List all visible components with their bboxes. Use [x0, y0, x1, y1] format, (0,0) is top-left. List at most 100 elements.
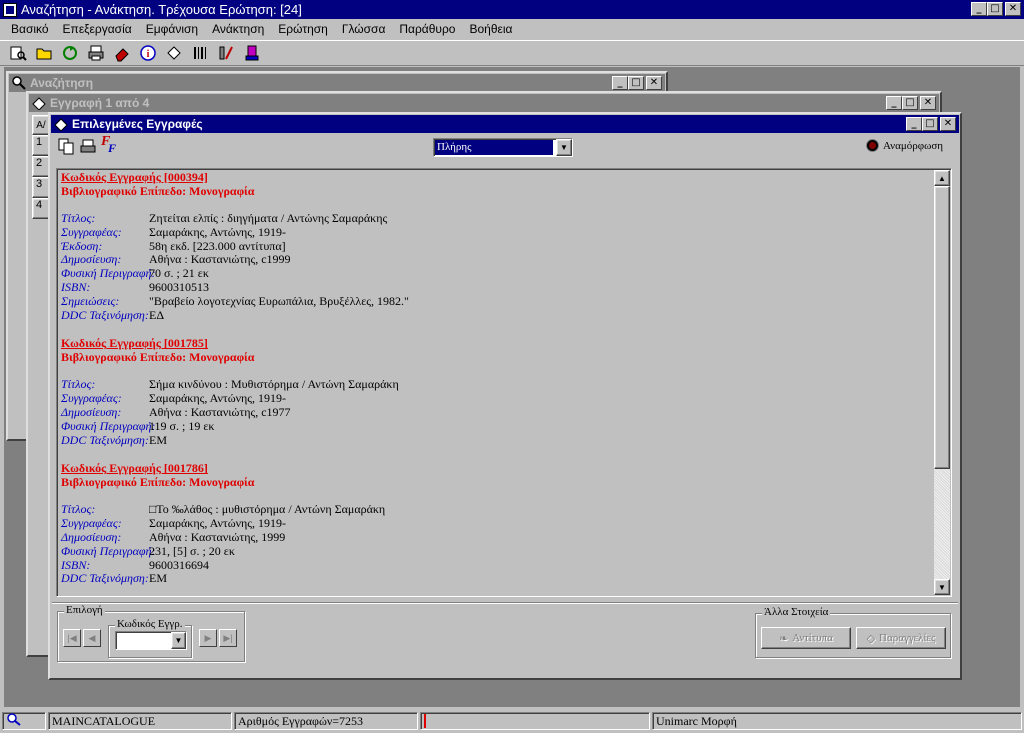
field-value: Ζητείται ελπίς : διηγήματα / Αντώνης Σαμ…: [149, 211, 388, 225]
field-label: ISBN:: [61, 557, 91, 572]
status-record-count: Αριθμός Εγγραφών=7253: [234, 712, 418, 730]
print-icon[interactable]: [86, 43, 106, 63]
tag-icon[interactable]: [164, 43, 184, 63]
field-label: Σημειώσεις:: [61, 293, 120, 308]
field-value: ΕΜ: [149, 432, 167, 447]
tools-icon[interactable]: [216, 43, 236, 63]
folder-icon[interactable]: [34, 43, 54, 63]
minimize-icon[interactable]: _: [886, 96, 902, 110]
field-value: Αθήνα : Καστανιώτης, c1977: [149, 404, 291, 419]
field-label: Δημοσίευση:: [61, 252, 122, 267]
next-record-icon[interactable]: ▶: [199, 629, 217, 647]
code-select[interactable]: ▼: [115, 631, 187, 650]
field-value: □Το ‰λάθος : μυθιστόρημα / Αντώνη Σαμαρά…: [149, 502, 386, 517]
app-icon: [3, 2, 17, 17]
record-code-link[interactable]: Κωδικός Εγγραφής [000394]: [58, 170, 934, 184]
field-value: Αθήνα : Καστανιώτης, 1999: [149, 529, 286, 544]
field-label: DDC Ταξινόμηση:: [61, 571, 149, 586]
copy-icon[interactable]: [58, 138, 76, 156]
user-icon[interactable]: [242, 43, 262, 63]
search-window-title: Αναζήτηση: [30, 76, 94, 90]
status-empty: [420, 712, 650, 730]
radio-icon[interactable]: [866, 139, 879, 152]
refresh-label: Αναμόρφωση: [883, 139, 944, 152]
record-level: Βιβλιογραφικό Επίπεδο: Μονογραφία: [61, 184, 255, 198]
field-label: Συγγραφέας:: [61, 224, 122, 239]
maximize-icon[interactable]: □: [628, 76, 644, 90]
record-code-link[interactable]: Κωδικός Εγγραφής [001786]: [58, 461, 934, 475]
record-field: Δημοσίευση: Αθήνα : Καστανιώτης, c1977: [58, 404, 934, 420]
status-bar: MAINCATALOGUE Αριθμός Εγγραφών=7253 Unim…: [0, 710, 1024, 732]
status-catalogue: MAINCATALOGUE: [48, 712, 232, 730]
field-label: DDC Ταξινόμηση:: [61, 432, 149, 447]
info-icon[interactable]: i: [138, 43, 158, 63]
barcode-icon[interactable]: [190, 43, 210, 63]
menu-item[interactable]: Γλώσσα: [335, 22, 393, 36]
menu-item[interactable]: Ερώτηση: [271, 22, 335, 36]
format-select-value: Πλήρης: [435, 140, 553, 155]
menu-item[interactable]: Παράθυρο: [392, 22, 462, 36]
chevron-down-icon[interactable]: ▼: [171, 632, 186, 649]
field-value: 9600310513: [149, 279, 209, 294]
books-icon: [54, 117, 68, 132]
record-entry: Κωδικός Εγγραφής [001786] Βιβλιογραφικό Ε…: [58, 461, 934, 586]
app-title: Αναζήτηση - Ανάκτηση. Τρέχουσα Ερώτηση: …: [21, 2, 302, 17]
close-icon[interactable]: ✕: [940, 117, 956, 131]
eraser-icon[interactable]: [112, 43, 132, 63]
minimize-icon[interactable]: _: [971, 2, 987, 16]
maximize-icon[interactable]: □: [922, 117, 938, 131]
orders-button[interactable]: ◇ Παραγγελίες: [856, 627, 946, 649]
maximize-icon[interactable]: □: [902, 96, 918, 110]
field-value: Σήμα κινδύνου : Μυθιστόρημα / Αντώνη Σαμ…: [149, 377, 399, 392]
record-entry: Κωδικός Εγγραφής [001785] Βιβλιογραφικό Ε…: [58, 336, 934, 447]
minimize-icon[interactable]: _: [612, 76, 628, 90]
record-field: Συγγραφέας: Σαμαράκης, Αντώνης, 1919-: [58, 224, 934, 240]
record-field: DDC Ταξινόμηση: ΕΔ: [58, 308, 934, 323]
last-record-icon[interactable]: ▶|: [219, 629, 237, 647]
scroll-up-icon[interactable]: ▲: [934, 170, 950, 186]
menu-item[interactable]: Εμφάνιση: [139, 22, 205, 36]
close-icon[interactable]: ✕: [646, 76, 662, 90]
menu-item[interactable]: Βασικό: [4, 22, 56, 36]
record-field: Φυσική Περιγραφή: 119 σ. ; 19 εκ: [58, 418, 934, 434]
format-select[interactable]: Πλήρης ▼: [433, 138, 573, 157]
svg-text:i: i: [147, 49, 150, 60]
field-label: ISBN:: [61, 279, 91, 294]
chevron-down-icon[interactable]: ▼: [556, 139, 572, 156]
records-scrollbar[interactable]: ▲ ▼: [934, 170, 950, 595]
print-icon[interactable]: [79, 138, 97, 156]
scroll-thumb[interactable]: [934, 186, 950, 469]
app-window-controls: _ □ ✕: [971, 2, 1021, 16]
scroll-down-icon[interactable]: ▼: [934, 579, 950, 595]
books-icon: ❧: [779, 632, 789, 645]
copies-button[interactable]: ❧ Αντίτυπα: [761, 627, 851, 649]
record-level: Βιβλιογραφικό Επίπεδο: Μονογραφία: [61, 475, 255, 490]
close-icon[interactable]: ✕: [920, 96, 936, 110]
menu-item[interactable]: Επεξεργασία: [56, 22, 139, 36]
magnifier-icon: [6, 713, 22, 729]
search-icon[interactable]: [8, 43, 28, 63]
font-icon[interactable]: FF: [100, 134, 120, 155]
tag-icon: ◇: [866, 632, 876, 645]
record-level: Βιβλιογραφικό Επίπεδο: Μονογραφία: [61, 350, 255, 365]
orders-button-label: Παραγγελίες: [879, 632, 936, 644]
refresh-option[interactable]: Αναμόρφωση: [866, 139, 943, 152]
recycle-icon[interactable]: [60, 43, 80, 63]
maximize-icon[interactable]: □: [987, 2, 1003, 16]
record-window-title: Εγγραφή 1 από 4: [50, 96, 150, 110]
record-field: ISBN: 9600310513: [58, 279, 934, 295]
selection-group-label: Επιλογή: [64, 604, 105, 616]
first-record-icon[interactable]: |◀: [63, 629, 81, 647]
field-value: 119 σ. ; 19 εκ: [149, 418, 215, 433]
field-label: Συγγραφέας:: [61, 391, 122, 406]
field-label: Έκδοση:: [61, 238, 103, 253]
minimize-icon[interactable]: _: [906, 117, 922, 131]
field-label: Τίτλος:: [61, 211, 96, 225]
close-icon[interactable]: ✕: [1005, 2, 1021, 16]
menu-item[interactable]: Ανάκτηση: [205, 22, 271, 36]
record-code-link[interactable]: Κωδικός Εγγραφής [001785]: [58, 336, 934, 350]
field-value: Αθήνα : Καστανιώτης, c1999: [149, 252, 291, 267]
previous-record-icon[interactable]: ◀: [83, 629, 101, 647]
field-label: Τίτλος:: [61, 377, 96, 392]
menu-item[interactable]: Βοήθεια: [462, 22, 519, 36]
